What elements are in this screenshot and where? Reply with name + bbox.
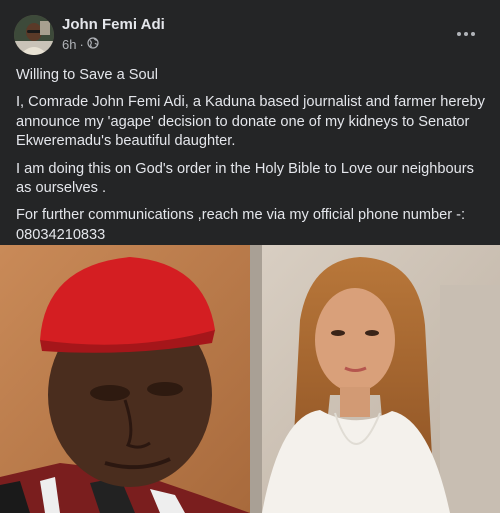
globe-icon <box>87 37 99 52</box>
post-meta: 6h · <box>62 37 99 52</box>
more-options-button[interactable] <box>448 20 484 46</box>
author-name[interactable]: John Femi Adi <box>62 16 165 33</box>
post-card: John Femi Adi 6h · Willing to Save a Sou… <box>0 0 500 513</box>
post-photo[interactable] <box>0 245 500 513</box>
author-avatar[interactable] <box>14 15 54 55</box>
post-text: Willing to Save a Soul I, Comrade John F… <box>16 66 486 253</box>
more-options-icon <box>456 24 476 42</box>
post-paragraph: I am doing this on God's order in the Ho… <box>16 160 474 197</box>
meta-separator: · <box>79 37 84 52</box>
photo-left-panel <box>0 245 250 513</box>
photo-right-panel <box>250 245 500 513</box>
post-paragraph: I, Comrade John Femi Adi, a Kaduna based… <box>16 94 485 150</box>
post-time[interactable]: 6h <box>62 37 76 52</box>
post-headline: Willing to Save a Soul <box>16 67 158 83</box>
post-paragraph: For further communications ,reach me via… <box>16 207 466 243</box>
